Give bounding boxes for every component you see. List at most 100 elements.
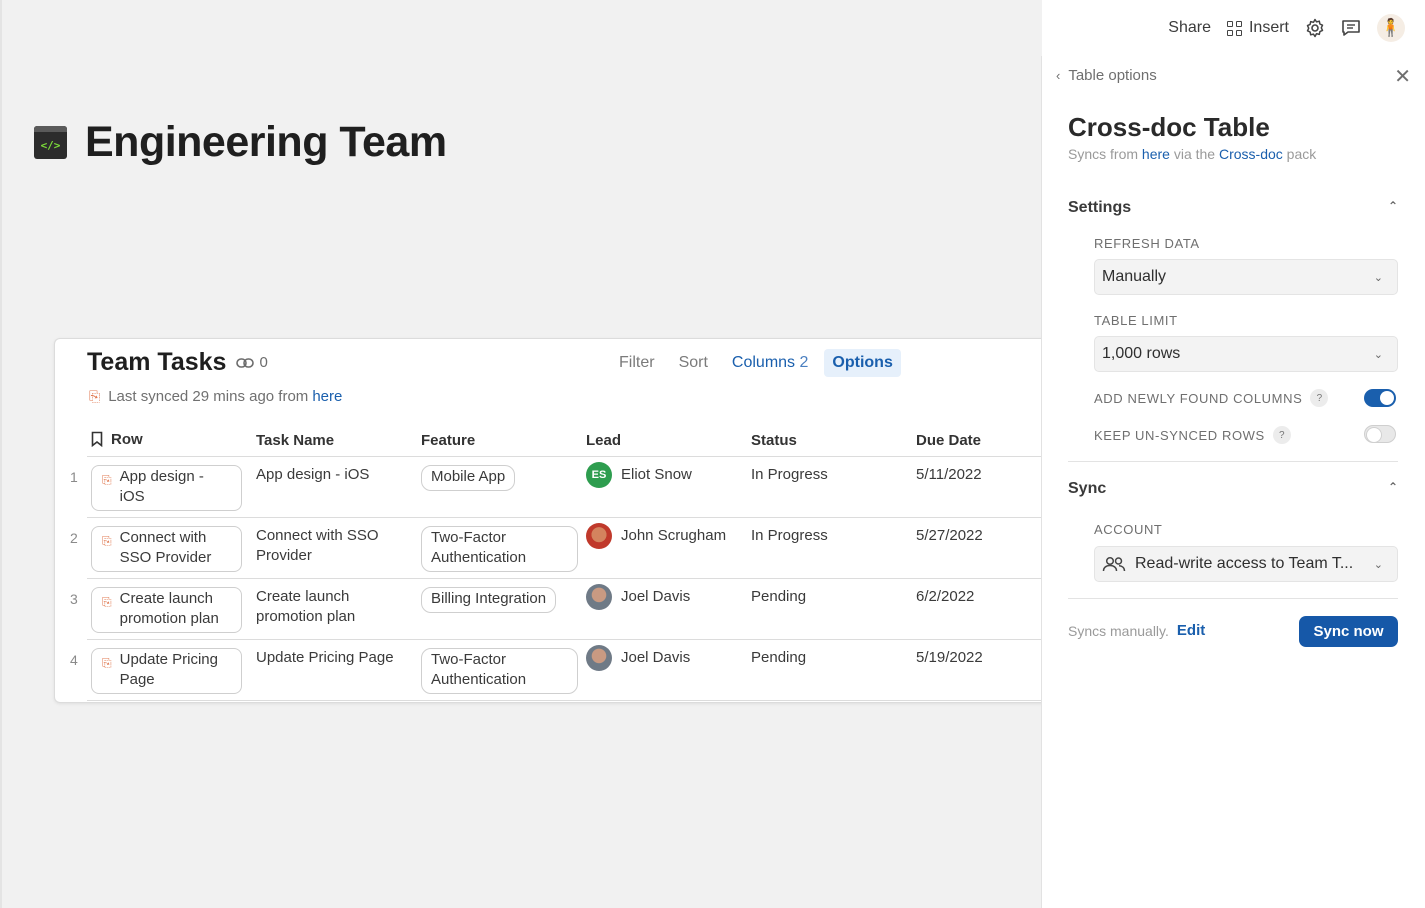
columns-button[interactable]: Columns 2 (724, 349, 817, 377)
chevron-left-icon: ‹ (1056, 68, 1061, 83)
last-synced-line: ⎘ Last synced 29 mins ago from here (89, 388, 342, 405)
lead-cell[interactable]: ES Eliot Snow (586, 461, 743, 488)
status-cell[interactable]: In Progress (747, 456, 912, 518)
row-reference-label: App design - iOS (119, 467, 204, 505)
due-date-cell[interactable]: 5/27/2022 (912, 517, 1045, 579)
row-reference-label: Update Pricing Page (119, 650, 218, 688)
table-limit-select[interactable]: 1,000 rows ⌄ (1094, 336, 1398, 372)
lead-cell[interactable]: Joel Davis (586, 583, 743, 610)
doc-header: </> Engineering Team (34, 118, 447, 167)
feature-chip[interactable]: Two-Factor Authentication (421, 525, 578, 572)
source-link[interactable]: here (312, 388, 342, 405)
column-header-feature[interactable]: Feature (417, 426, 582, 457)
keep-rows-text: KEEP UN-SYNCED ROWS (1094, 427, 1265, 443)
table-row[interactable]: 3 ⎘ Create launch promotion plan Create l… (70, 578, 1045, 640)
avatar: ES (586, 461, 612, 488)
chevron-down-icon: ⌄ (1373, 558, 1383, 571)
column-header-task-name[interactable]: Task Name (252, 426, 417, 457)
options-button[interactable]: Options (824, 349, 901, 377)
synced-row-icon: ⎘ (102, 594, 112, 609)
panel-subtitle: Syncs from here via the Cross-doc pack (1068, 146, 1316, 162)
breadcrumb[interactable]: ‹ Table options (1056, 67, 1157, 84)
feature-chip[interactable]: Mobile App (421, 464, 516, 491)
top-bar: Share Insert 🧍 (1041, 0, 1425, 56)
task-name-cell[interactable]: Connect with SSO Provider (252, 517, 417, 579)
keep-rows-toggle[interactable] (1364, 425, 1396, 443)
table-row[interactable]: 2 ⎘ Connect with SSO Provider Connect wit… (70, 517, 1045, 579)
chevron-down-icon: ⌄ (1373, 348, 1383, 361)
settings-gear-icon[interactable] (1305, 18, 1325, 38)
row-reference-chip[interactable]: ⎘ App design - iOS (91, 464, 242, 511)
account-label: ACCOUNT (1094, 522, 1163, 537)
page-title[interactable]: Engineering Team (85, 118, 447, 167)
table-toolbar: Filter Sort Columns 2 Options (611, 349, 901, 377)
column-header-row[interactable]: Row (87, 426, 252, 457)
table-row[interactable]: 4 ⎘ Update Pricing Page Update Pricing Pa… (70, 639, 1045, 701)
table-header-row: Row Task Name Feature Lead Status Due Da… (87, 426, 1045, 457)
synced-row-icon: ⎘ (102, 655, 112, 670)
row-reference-label: Connect with SSO Provider (119, 528, 212, 566)
sync-now-button[interactable]: Sync now (1299, 616, 1398, 647)
comments-icon[interactable] (1341, 19, 1361, 37)
lead-cell[interactable]: Joel Davis (586, 644, 743, 671)
column-header-status[interactable]: Status (747, 426, 912, 457)
user-avatar[interactable]: 🧍 (1377, 14, 1405, 42)
due-date-cell[interactable]: 6/2/2022 (912, 578, 1045, 640)
task-name-cell[interactable]: Update Pricing Page (252, 639, 417, 701)
feature-chip[interactable]: Billing Integration (421, 586, 557, 613)
last-synced-text: Last synced 29 mins ago from (108, 388, 309, 405)
grid-icon (1226, 20, 1242, 36)
close-icon[interactable]: ✕ (1394, 64, 1411, 89)
row-reference-chip[interactable]: ⎘ Update Pricing Page (91, 647, 242, 694)
status-cell[interactable]: Pending (747, 578, 912, 640)
due-date-cell[interactable]: 5/11/2022 (912, 456, 1045, 518)
row-reference-label: Create launch promotion plan (119, 589, 219, 627)
breadcrumb-label: Table options (1068, 67, 1157, 84)
pack-link[interactable]: Cross-doc (1219, 146, 1283, 162)
task-name-cell[interactable]: App design - iOS (252, 456, 417, 518)
add-columns-toggle[interactable] (1364, 389, 1396, 407)
filter-button[interactable]: Filter (611, 349, 663, 377)
keep-rows-label: KEEP UN-SYNCED ROWS ? (1094, 426, 1291, 444)
table-limit-label: TABLE LIMIT (1094, 313, 1178, 328)
team-tasks-table-card: Team Tasks 0 Filter Sort Columns 2 Optio… (54, 338, 1045, 703)
edit-link[interactable]: Edit (1177, 622, 1205, 639)
status-cell[interactable]: Pending (747, 639, 912, 701)
sync-status-line: Syncs manually. Edit (1068, 622, 1205, 639)
insert-button[interactable]: Insert (1226, 19, 1289, 37)
column-header-lead[interactable]: Lead (582, 426, 747, 457)
sync-status-text: Syncs manually. (1068, 622, 1169, 639)
source-doc-link[interactable]: here (1142, 146, 1170, 162)
code-terminal-icon[interactable]: </> (34, 126, 67, 159)
account-select[interactable]: Read-write access to Team T... ⌄ (1094, 546, 1398, 582)
sync-pack-icon: ⎘ (89, 388, 101, 404)
linked-references[interactable]: 0 (236, 354, 268, 371)
chevron-up-icon: ⌃ (1387, 199, 1398, 213)
sync-section-header[interactable]: Sync ⌃ (1068, 480, 1398, 498)
lead-cell[interactable]: John Scrugham (586, 522, 743, 549)
feature-chip[interactable]: Two-Factor Authentication (421, 647, 578, 694)
refresh-data-select[interactable]: Manually ⌄ (1094, 259, 1398, 295)
columns-label: Columns (731, 354, 796, 371)
table-title[interactable]: Team Tasks (87, 348, 226, 377)
add-columns-text: ADD NEWLY FOUND COLUMNS (1094, 390, 1303, 406)
lead-name: John Scrugham (621, 526, 727, 544)
settings-section-header[interactable]: Settings ⌃ (1068, 199, 1398, 217)
share-button[interactable]: Share (1168, 19, 1211, 37)
row-reference-chip[interactable]: ⎘ Connect with SSO Provider (91, 525, 242, 572)
help-icon[interactable]: ? (1272, 426, 1291, 444)
column-header-due-date[interactable]: Due Date (912, 426, 1045, 457)
row-number: 2 (70, 529, 78, 546)
task-name-cell[interactable]: Create launch promotion plan (252, 578, 417, 640)
refresh-data-label: REFRESH DATA (1094, 236, 1200, 251)
panel-title: Cross-doc Table (1068, 112, 1270, 142)
row-number: 4 (70, 651, 78, 668)
help-icon[interactable]: ? (1310, 389, 1329, 407)
sort-button[interactable]: Sort (671, 349, 716, 377)
refresh-data-value: Manually (1102, 268, 1167, 285)
row-reference-chip[interactable]: ⎘ Create launch promotion plan (91, 586, 242, 633)
table-row[interactable]: 1 ⎘ App design - iOS App design - iOS Mob… (70, 456, 1045, 518)
lead-name: Eliot Snow (621, 465, 692, 483)
due-date-cell[interactable]: 5/19/2022 (912, 639, 1045, 701)
status-cell[interactable]: In Progress (747, 517, 912, 579)
